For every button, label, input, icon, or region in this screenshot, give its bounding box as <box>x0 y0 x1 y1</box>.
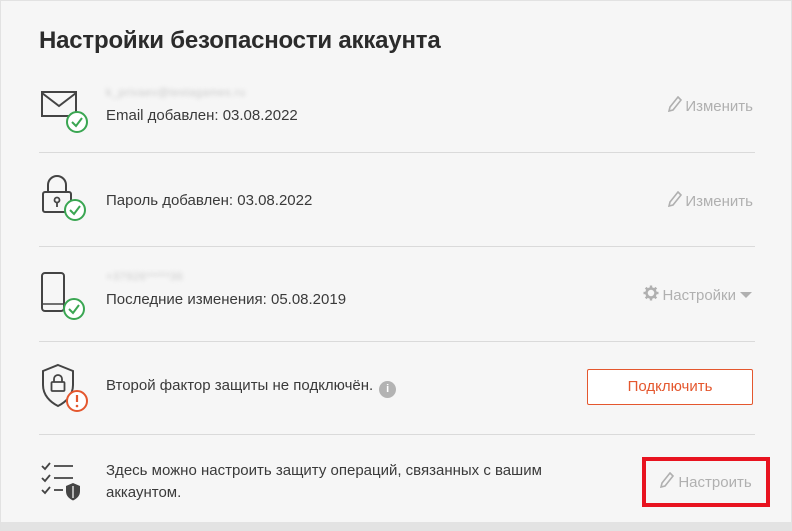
divider <box>39 434 755 435</box>
pencil-icon <box>660 471 675 492</box>
caret-down-icon <box>739 287 753 304</box>
email-change-link[interactable]: Изменить <box>668 95 753 116</box>
phone-settings-dropdown[interactable]: Настройки <box>643 285 753 305</box>
phone-settings-label: Настройки <box>662 286 736 304</box>
password-status: Пароль добавлен: 03.08.2022 <box>106 192 313 209</box>
phone-number-masked: +37926*****36 <box>106 271 184 283</box>
email-row: k_privaev@testagames.ru Email добавлен: … <box>39 85 755 145</box>
email-change-label: Изменить <box>685 97 753 115</box>
phone-info: +37926*****36 Последние изменения: 05.08… <box>106 271 346 308</box>
divider <box>39 152 755 153</box>
info-icon[interactable]: i <box>379 381 397 398</box>
pencil-icon <box>668 190 683 211</box>
password-change-link[interactable]: Изменить <box>668 190 753 211</box>
security-settings-panel: Настройки безопасности аккаунта k_privae… <box>0 0 792 531</box>
page-title: Настройки безопасности аккаунта <box>39 27 441 54</box>
divider <box>39 341 755 342</box>
shield-lock-icon <box>39 363 93 420</box>
operations-description: Здесь можно настроить защиту операций, с… <box>106 462 542 501</box>
email-status: Email добавлен: 03.08.2022 <box>106 107 298 124</box>
connect-button[interactable]: Подключить <box>587 369 753 405</box>
divider <box>39 246 755 247</box>
phone-row: +37926*****36 Последние изменения: 05.08… <box>39 269 755 329</box>
password-change-label: Изменить <box>685 192 753 210</box>
email-info: k_privaev@testagames.ru Email добавлен: … <box>106 87 298 124</box>
configure-label: Настроить <box>678 473 752 491</box>
phone-status: Последние изменения: 05.08.2019 <box>106 291 347 308</box>
envelope-icon <box>39 87 93 140</box>
bottom-strip <box>1 522 792 530</box>
checklist-shield-icon <box>41 460 85 509</box>
pencil-icon <box>668 95 683 116</box>
padlock-icon <box>39 175 93 228</box>
smartphone-icon <box>39 271 93 326</box>
configure-button[interactable]: Настроить <box>642 457 770 507</box>
gear-icon <box>643 285 659 305</box>
two-factor-info: Второй фактор защиты не подключён. i <box>106 377 397 398</box>
password-row: Пароль добавлен: 03.08.2022 Изменить <box>39 175 755 230</box>
email-address-masked: k_privaev@testagames.ru <box>106 87 246 99</box>
two-factor-status: Второй фактор защиты не подключён. <box>106 377 374 394</box>
